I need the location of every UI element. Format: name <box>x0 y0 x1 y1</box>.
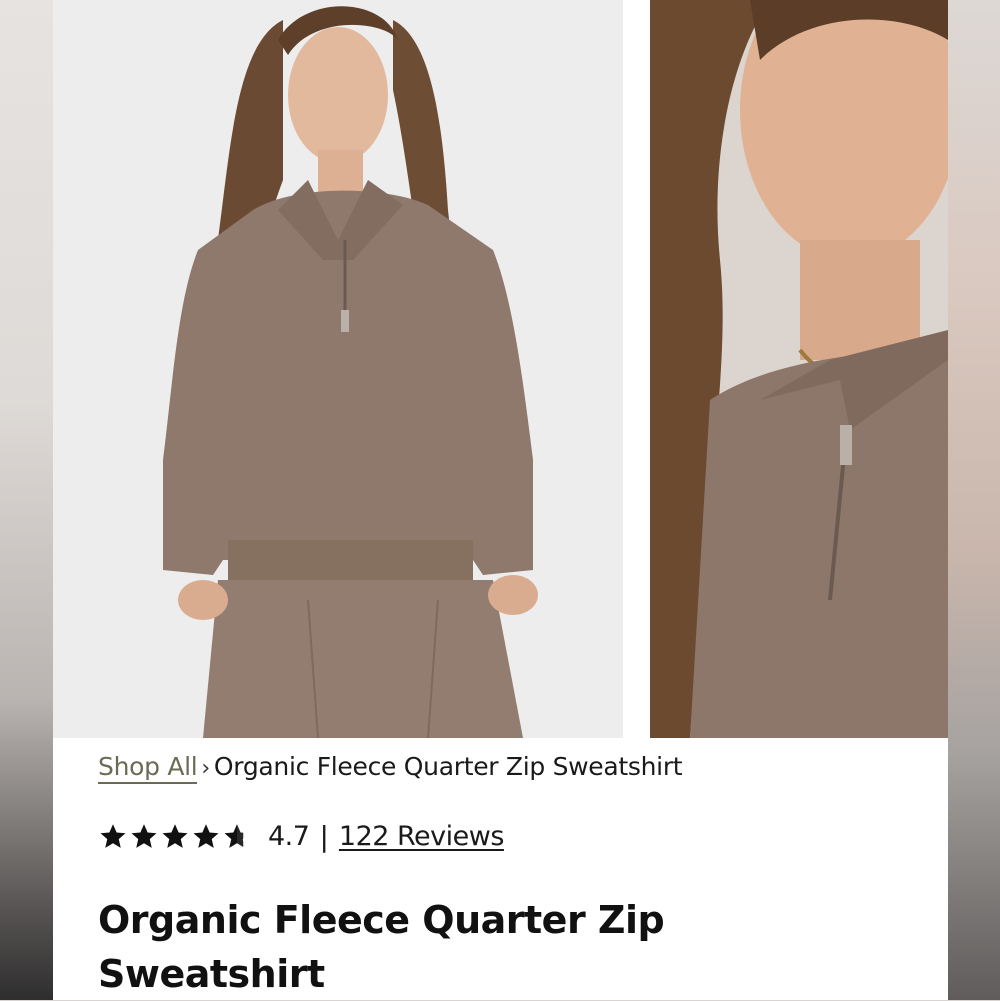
breadcrumb-current: Organic Fleece Quarter Zip Sweatshirt <box>213 752 683 781</box>
breadcrumb-separator: › <box>201 756 210 781</box>
product-image-secondary[interactable] <box>650 0 948 738</box>
star-full-icon <box>131 823 157 848</box>
product-page: Shop All › Organic Fleece Quarter Zip Swea… <box>53 0 948 1000</box>
star-half-icon <box>224 821 252 852</box>
product-photo-front <box>53 0 623 738</box>
breadcrumb-shop-all-link[interactable]: Shop All <box>98 752 198 784</box>
rating-stars <box>98 821 252 852</box>
product-image-main[interactable] <box>53 0 623 738</box>
breadcrumb: Shop All › Organic Fleece Quarter Zip Swea… <box>98 752 683 784</box>
rating-divider: | <box>319 820 329 853</box>
star-full-icon <box>100 823 126 848</box>
rating-value: 4.7 <box>268 821 310 852</box>
background-right-edge <box>948 0 1000 1000</box>
star-full-icon <box>193 823 219 848</box>
background-left-edge <box>0 0 55 1000</box>
reviews-link[interactable]: 122 Reviews <box>339 821 505 852</box>
product-title: Organic Fleece Quarter Zip Sweatshirt <box>98 898 665 996</box>
product-photo-closeup <box>650 0 948 738</box>
star-full-icon <box>162 823 188 848</box>
product-rating: 4.7 | 122 Reviews <box>98 820 504 853</box>
product-info-panel: Shop All › Organic Fleece Quarter Zip Swea… <box>53 738 948 1000</box>
